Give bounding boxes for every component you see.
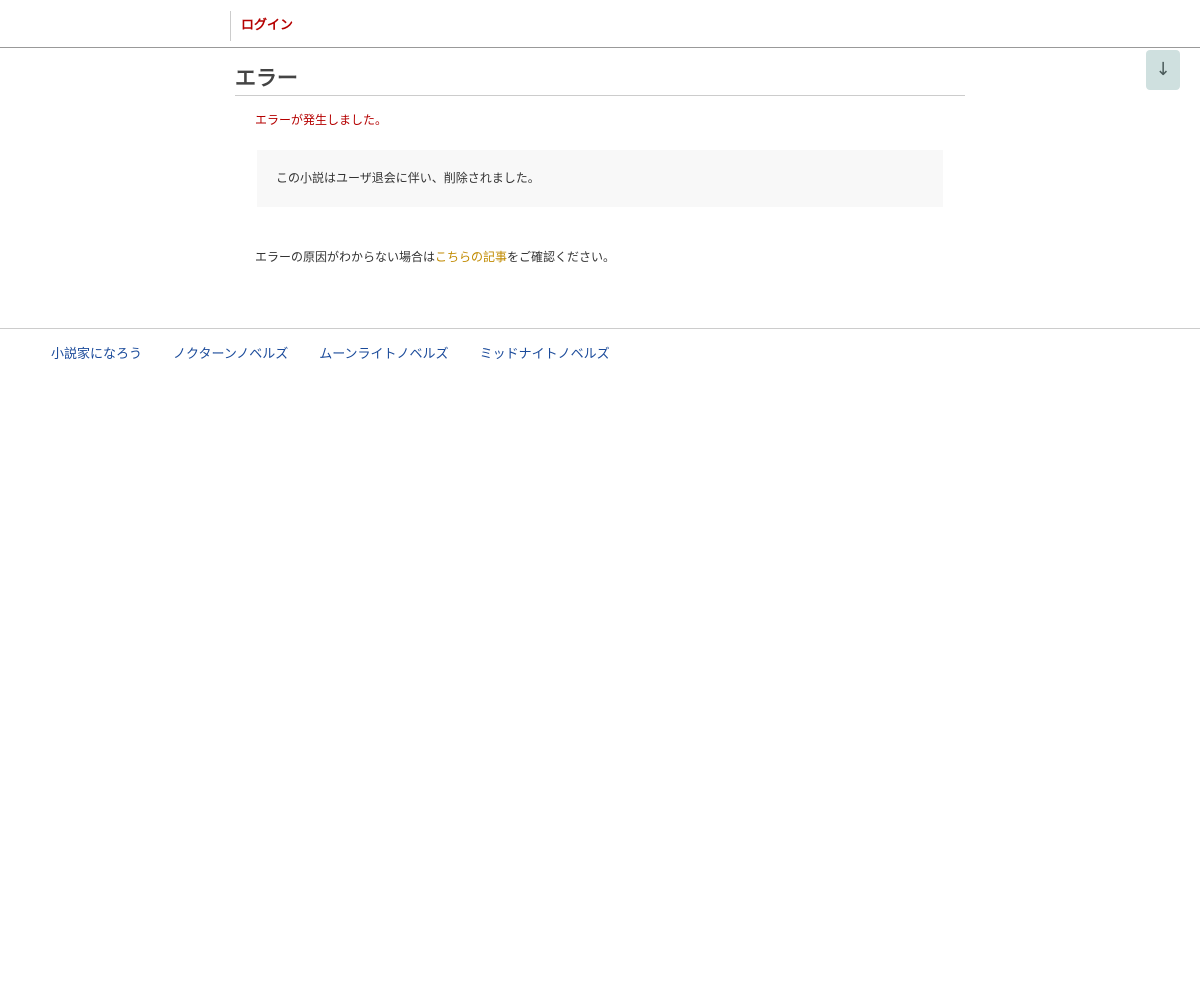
login-link[interactable]: ログイン [230, 11, 293, 41]
footer-link-nocturne[interactable]: ノクターンノベルズ [173, 346, 288, 364]
footer-nav: 小説家になろう ノクターンノベルズ ムーンライトノベルズ ミッドナイトノベルズ [0, 328, 1200, 364]
main-content: エラー エラーが発生しました。 この小説はユーザ退会に伴い、削除されました。 エ… [235, 48, 965, 266]
site-header: ログイン [0, 0, 1200, 48]
scroll-down-button[interactable]: ↓ [1146, 50, 1180, 90]
error-detail-text: この小説はユーザ退会に伴い、削除されました。 [276, 171, 540, 185]
page-title: エラー [235, 65, 965, 96]
error-message: エラーが発生しました。 [255, 113, 388, 127]
error-detail-box: この小説はユーザ退会に伴い、削除されました。 [257, 150, 943, 207]
arrow-down-icon: ↓ [1155, 59, 1171, 80]
footer-link-narou[interactable]: 小説家になろう [51, 346, 142, 364]
footer-link-midnight[interactable]: ミッドナイトノベルズ [480, 346, 610, 364]
help-text: エラーの原因がわからない場合はこちらの記事をご確認ください。 [255, 248, 965, 266]
help-article-link[interactable]: こちらの記事 [435, 250, 507, 264]
help-text-prefix: エラーの原因がわからない場合は [255, 250, 436, 264]
help-text-suffix: をご確認ください。 [507, 250, 616, 264]
footer-link-moonlight[interactable]: ムーンライトノベルズ [319, 346, 448, 364]
